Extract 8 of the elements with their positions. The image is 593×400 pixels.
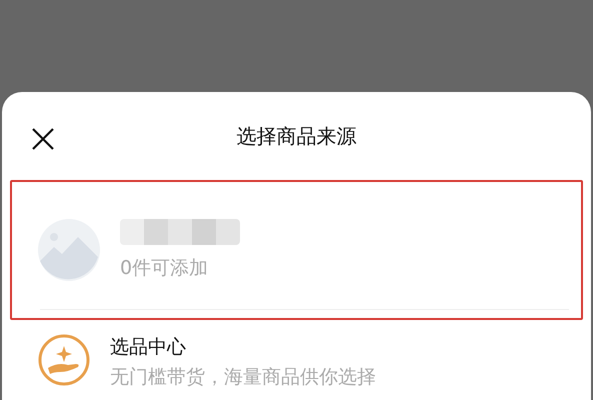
source-subtitle: 无门槛带货，海量商品供你选择	[110, 365, 376, 390]
source-subtitle: 0件可添加	[120, 256, 210, 281]
image-placeholder-icon	[38, 219, 100, 281]
sheet-title: 选择商品来源	[236, 122, 356, 150]
hand-sparkle-icon	[38, 334, 90, 386]
source-title: 选品中心	[110, 335, 187, 360]
source-item[interactable]: 选品中心 无门槛带货，海量商品供你选择	[10, 320, 583, 392]
close-button[interactable]	[30, 126, 56, 152]
